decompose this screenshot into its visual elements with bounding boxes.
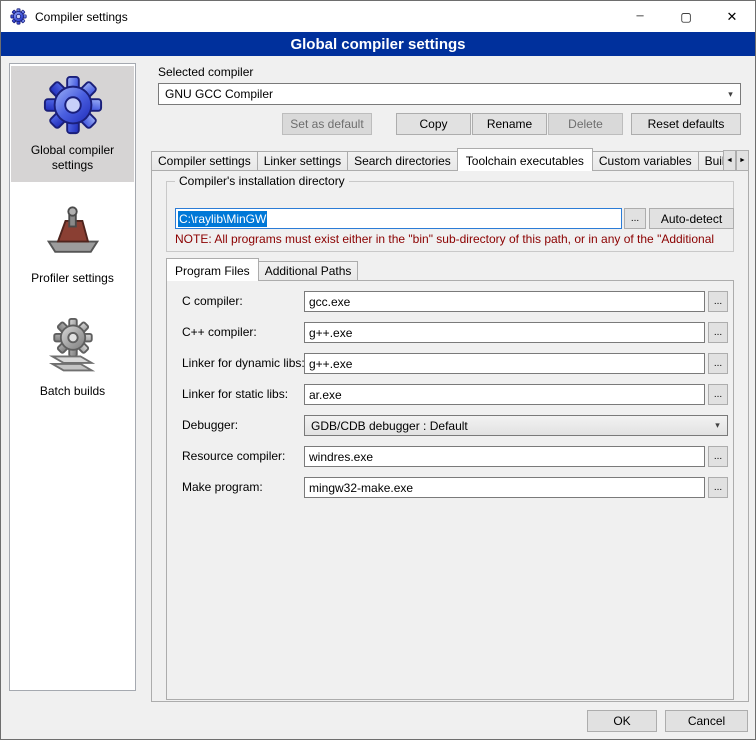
dialog-banner: Global compiler settings	[1, 32, 755, 56]
cpp-compiler-label: C++ compiler:	[182, 325, 257, 339]
delete-button[interactable]: Delete	[548, 113, 623, 135]
cpp-compiler-browse-button[interactable]: ...	[708, 322, 728, 343]
field-row-static-linker: Linker for static libs: ...	[167, 384, 733, 405]
static-linker-label: Linker for static libs:	[182, 387, 288, 401]
sidebar-item-batch-builds[interactable]: Batch builds	[11, 309, 134, 408]
dynamic-linker-input[interactable]	[304, 353, 705, 374]
batch-builds-icon	[43, 317, 103, 377]
c-compiler-browse-button[interactable]: ...	[708, 291, 728, 312]
tab-scroll-left-icon[interactable]: ◄	[723, 150, 736, 171]
titlebar: Compiler settings ─ ▢ ✕	[1, 1, 755, 32]
make-program-label: Make program:	[182, 480, 263, 494]
window-title: Compiler settings	[35, 10, 128, 24]
selected-directory-text: C:\raylib\MinGW	[178, 211, 267, 227]
sidebar-item-global-compiler-settings[interactable]: Global compiler settings	[11, 66, 134, 182]
maximize-button[interactable]: ▢	[663, 1, 709, 32]
subtab-program-files[interactable]: Program Files	[166, 258, 259, 281]
program-files-tabstrip: Program Files Additional Paths	[166, 258, 726, 281]
directory-browse-button[interactable]: ...	[624, 208, 646, 229]
tab-toolchain-executables[interactable]: Toolchain executables	[457, 148, 593, 171]
window-controls: ─ ▢ ✕	[617, 1, 755, 32]
tab-custom-variables[interactable]: Custom variables	[592, 151, 699, 171]
close-button[interactable]: ✕	[709, 1, 755, 32]
sidebar-item-label: Global compiler settings	[13, 143, 132, 173]
reset-defaults-button[interactable]: Reset defaults	[631, 113, 741, 135]
selected-compiler-dropdown[interactable]: GNU GCC Compiler ▾	[158, 83, 741, 105]
chevron-down-icon: ▾	[723, 84, 738, 104]
installation-directory-groupbox: Compiler's installation directory C:\ray…	[166, 181, 734, 252]
debugger-value: GDB/CDB debugger : Default	[311, 419, 468, 433]
auto-detect-button[interactable]: Auto-detect	[649, 208, 734, 229]
bin-note-text: NOTE: All programs must exist either in …	[175, 232, 728, 246]
field-row-make-program: Make program: ...	[167, 477, 733, 498]
dynamic-linker-browse-button[interactable]: ...	[708, 353, 728, 374]
tab-compiler-settings[interactable]: Compiler settings	[151, 151, 258, 171]
sidebar-item-label: Batch builds	[40, 384, 105, 399]
compiler-settings-window: Compiler settings ─ ▢ ✕ Global compiler …	[0, 0, 756, 740]
main-tabstrip: Compiler settings Linker settings Search…	[151, 148, 723, 171]
toolchain-executables-panel: Compiler's installation directory C:\ray…	[151, 170, 749, 702]
resource-compiler-label: Resource compiler:	[182, 449, 285, 463]
rename-button[interactable]: Rename	[472, 113, 547, 135]
set-as-default-button[interactable]: Set as default	[282, 113, 372, 135]
profiler-icon	[43, 204, 103, 264]
app-gear-icon	[10, 8, 27, 25]
cancel-button[interactable]: Cancel	[665, 710, 748, 732]
program-files-panel: C compiler: ... C++ compiler: ... Linker…	[166, 280, 734, 700]
tab-scroll-right-icon[interactable]: ►	[736, 150, 749, 171]
tab-search-directories[interactable]: Search directories	[347, 151, 458, 171]
field-row-c-compiler: C compiler: ...	[167, 291, 733, 312]
groupbox-label: Compiler's installation directory	[175, 174, 349, 188]
sidebar-item-label: Profiler settings	[31, 271, 114, 286]
tab-build-options[interactable]: Build options	[698, 151, 723, 171]
field-row-dynamic-linker: Linker for dynamic libs: ...	[167, 353, 733, 374]
make-program-browse-button[interactable]: ...	[708, 477, 728, 498]
field-row-debugger: Debugger: GDB/CDB debugger : Default ▾	[167, 415, 733, 436]
c-compiler-input[interactable]	[304, 291, 705, 312]
resource-compiler-input[interactable]	[304, 446, 705, 467]
copy-button[interactable]: Copy	[396, 113, 471, 135]
dynamic-linker-label: Linker for dynamic libs:	[182, 356, 305, 370]
cpp-compiler-input[interactable]	[304, 322, 705, 343]
tab-linker-settings[interactable]: Linker settings	[257, 151, 348, 171]
resource-compiler-browse-button[interactable]: ...	[708, 446, 728, 467]
static-linker-browse-button[interactable]: ...	[708, 384, 728, 405]
static-linker-input[interactable]	[304, 384, 705, 405]
chevron-down-icon: ▾	[710, 416, 725, 435]
make-program-input[interactable]	[304, 477, 705, 498]
debugger-label: Debugger:	[182, 418, 238, 432]
debugger-select[interactable]: GDB/CDB debugger : Default ▾	[304, 415, 728, 436]
minimize-button[interactable]: ─	[617, 1, 663, 32]
field-row-resource-compiler: Resource compiler: ...	[167, 446, 733, 467]
subtab-additional-paths[interactable]: Additional Paths	[258, 261, 359, 281]
global-compiler-gear-icon	[42, 74, 104, 136]
selected-compiler-value: GNU GCC Compiler	[165, 87, 273, 101]
installation-directory-input[interactable]: C:\raylib\MinGW	[175, 208, 622, 229]
sidebar-item-profiler-settings[interactable]: Profiler settings	[11, 196, 134, 295]
ok-button[interactable]: OK	[587, 710, 657, 732]
field-row-cpp-compiler: C++ compiler: ...	[167, 322, 733, 343]
c-compiler-label: C compiler:	[182, 294, 243, 308]
selected-compiler-label: Selected compiler	[158, 65, 253, 79]
settings-sidebar: Global compiler settings Profiler settin…	[9, 63, 136, 691]
